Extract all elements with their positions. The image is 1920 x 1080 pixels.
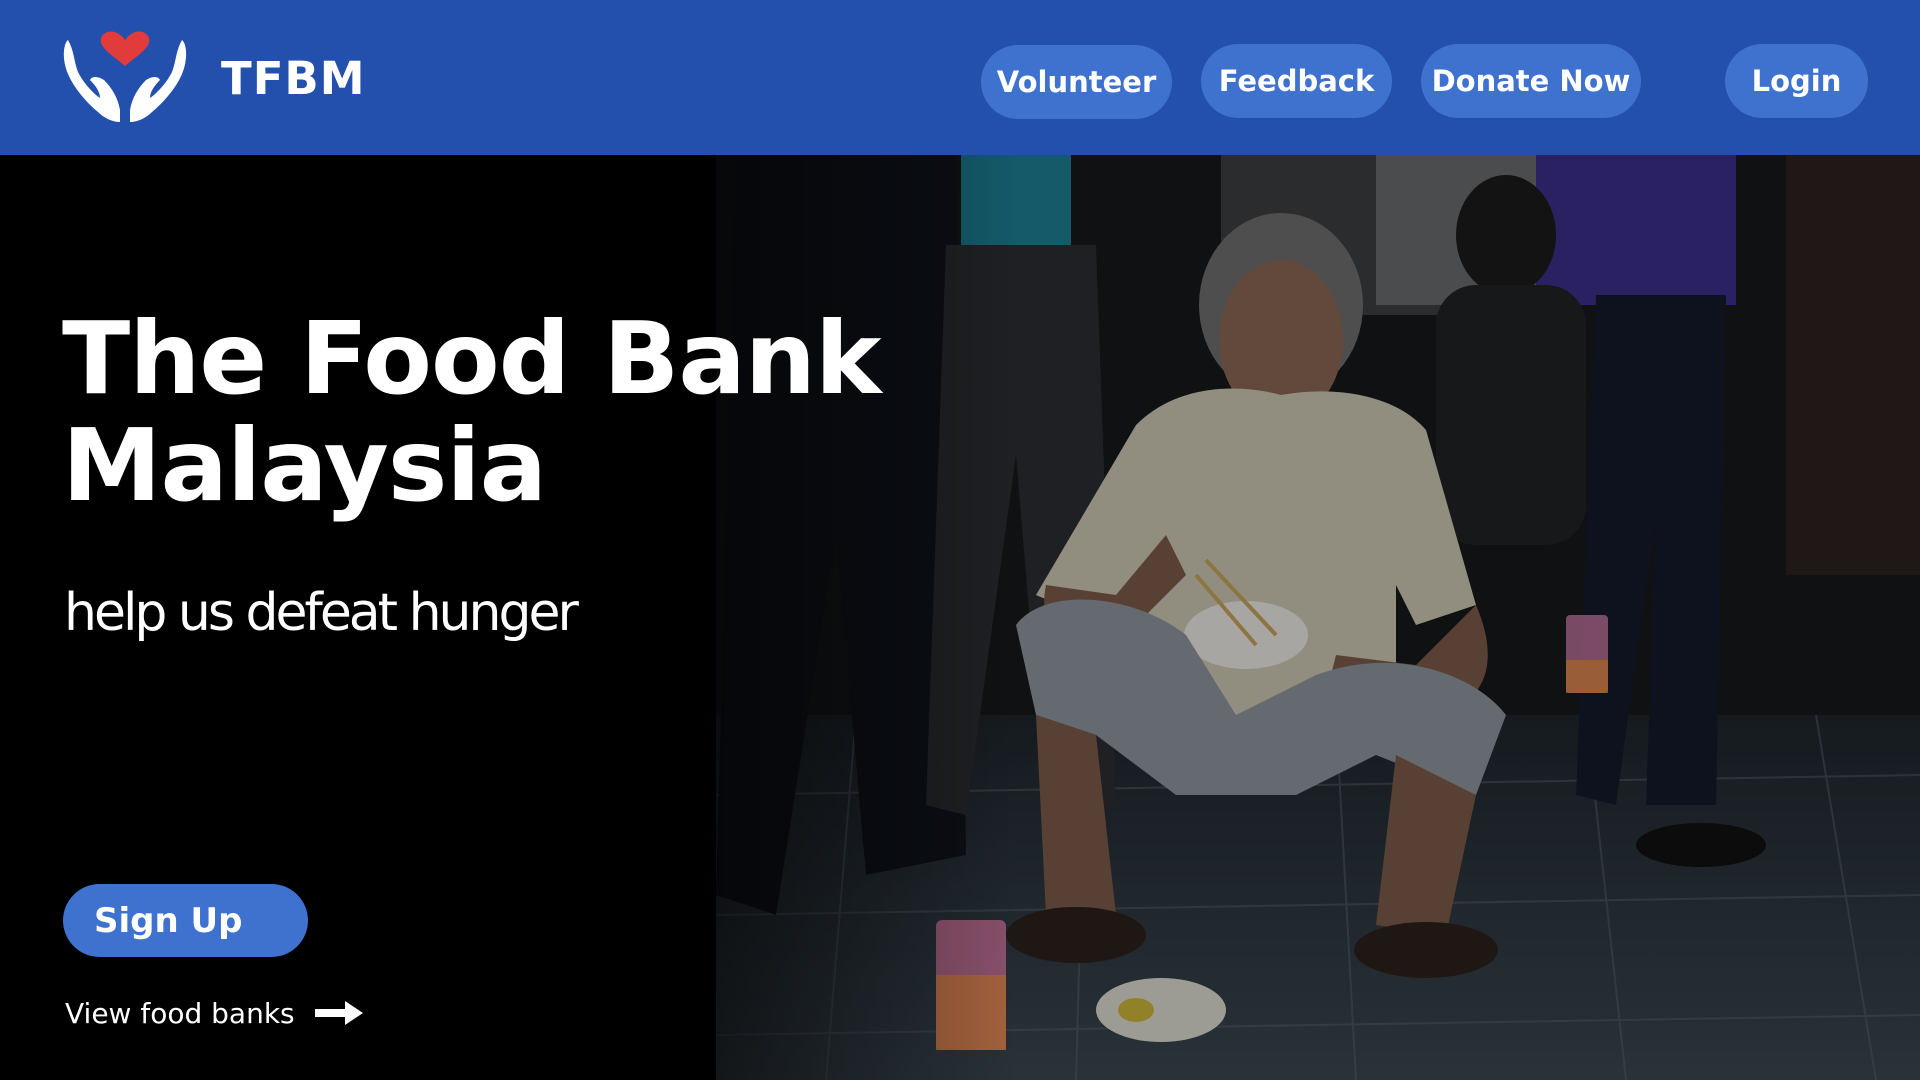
hero-photo [716,155,1920,1080]
login-button[interactable]: Login [1725,44,1868,118]
feedback-button[interactable]: Feedback [1201,44,1392,118]
hero-title-line1: The Food Bank [62,300,882,417]
hero-title: The Food Bank Malaysia [62,305,962,519]
view-food-banks-label: View food banks [65,996,295,1030]
view-food-banks-link[interactable]: View food banks [65,993,365,1033]
donate-now-button[interactable]: Donate Now [1421,44,1641,118]
hero-tagline: help us defeat hunger [64,583,579,643]
brand-name[interactable]: TFBM [221,52,366,105]
hands-heart-icon[interactable] [60,30,190,126]
volunteer-button[interactable]: Volunteer [981,45,1172,119]
hero-title-line2: Malaysia [62,407,547,524]
top-navbar: TFBM Volunteer Feedback Donate Now Login [0,0,1920,155]
arrow-right-icon [314,1001,363,1025]
hero-section: The Food Bank Malaysia help us defeat hu… [0,155,1920,1080]
sign-up-button[interactable]: Sign Up [63,884,308,957]
